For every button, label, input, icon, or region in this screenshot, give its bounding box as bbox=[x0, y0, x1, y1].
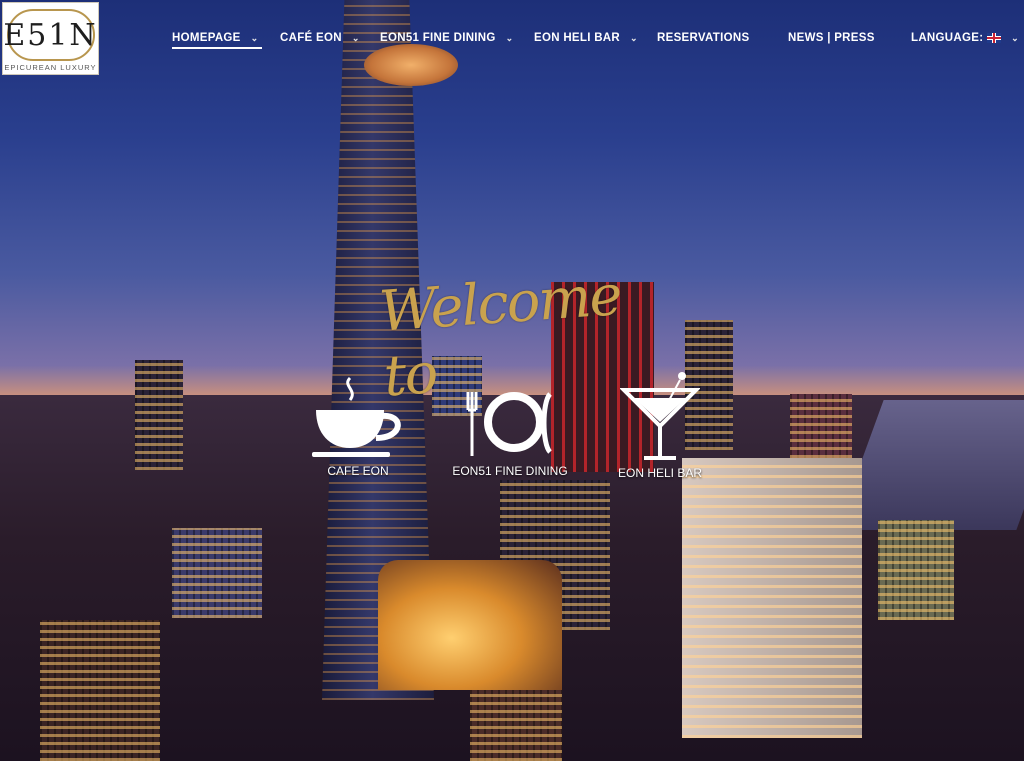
building bbox=[878, 520, 954, 620]
nav-label: EON HELI BAR bbox=[534, 32, 621, 44]
logo-mark: E51N bbox=[3, 9, 96, 61]
mall-podium bbox=[378, 560, 562, 690]
chevron-down-icon: ⌄ bbox=[351, 32, 360, 43]
nav-label: LANGUAGE: bbox=[911, 32, 984, 44]
nav-label: CAFÉ EON bbox=[280, 32, 342, 44]
logo-tagline: EPICUREAN LUXURY bbox=[4, 63, 97, 72]
venue-label: EON HELI BAR bbox=[617, 466, 703, 480]
chevron-down-icon: ⌄ bbox=[630, 32, 638, 43]
site-logo[interactable]: E51N EPICUREAN LUXURY bbox=[2, 2, 99, 75]
main-nav: HOMEPAGE ⌄ CAFÉ EON ⌄ EON51 FINE DINING … bbox=[172, 26, 1019, 50]
hero-background bbox=[0, 0, 1024, 761]
nav-item-news-press[interactable]: NEWS | PRESS bbox=[788, 26, 911, 50]
building bbox=[40, 620, 160, 761]
nav-label: RESERVATIONS bbox=[657, 32, 750, 44]
nav-label: EON51 FINE DINING bbox=[380, 32, 496, 44]
venue-cafe-eon[interactable]: CAFE EON bbox=[310, 376, 406, 478]
nav-label: HOMEPAGE bbox=[172, 32, 241, 44]
nav-item-cafe-eon[interactable]: CAFÉ EON ⌄ bbox=[280, 26, 380, 50]
chevron-down-icon: ⌄ bbox=[250, 32, 259, 43]
plate-fork-icon bbox=[466, 392, 553, 456]
building bbox=[172, 528, 262, 618]
venue-label: CAFE EON bbox=[327, 464, 389, 478]
nav-item-fine-dining[interactable]: EON51 FINE DINING ⌄ bbox=[380, 26, 534, 50]
nav-item-heli-bar[interactable]: EON HELI BAR ⌄ bbox=[534, 26, 657, 50]
nav-label: NEWS | PRESS bbox=[788, 32, 875, 44]
venue-label: EON51 FINE DINING bbox=[452, 464, 568, 478]
nav-item-homepage[interactable]: HOMEPAGE ⌄ bbox=[172, 26, 280, 50]
white-tower bbox=[682, 458, 862, 738]
uk-flag-icon bbox=[987, 33, 1002, 43]
coffee-cup-icon bbox=[312, 376, 401, 457]
venue-heli-bar[interactable]: EON HELI BAR bbox=[614, 370, 706, 480]
chevron-down-icon: ⌄ bbox=[1011, 32, 1019, 43]
chevron-down-icon: ⌄ bbox=[505, 32, 514, 43]
cocktail-glass-icon bbox=[620, 372, 700, 460]
building bbox=[135, 360, 183, 470]
helipad bbox=[364, 44, 458, 86]
nav-item-language[interactable]: LANGUAGE: ⌄ bbox=[911, 26, 1019, 50]
nav-item-reservations[interactable]: RESERVATIONS bbox=[657, 26, 788, 50]
venue-fine-dining[interactable]: EON51 FINE DINING bbox=[452, 388, 568, 478]
